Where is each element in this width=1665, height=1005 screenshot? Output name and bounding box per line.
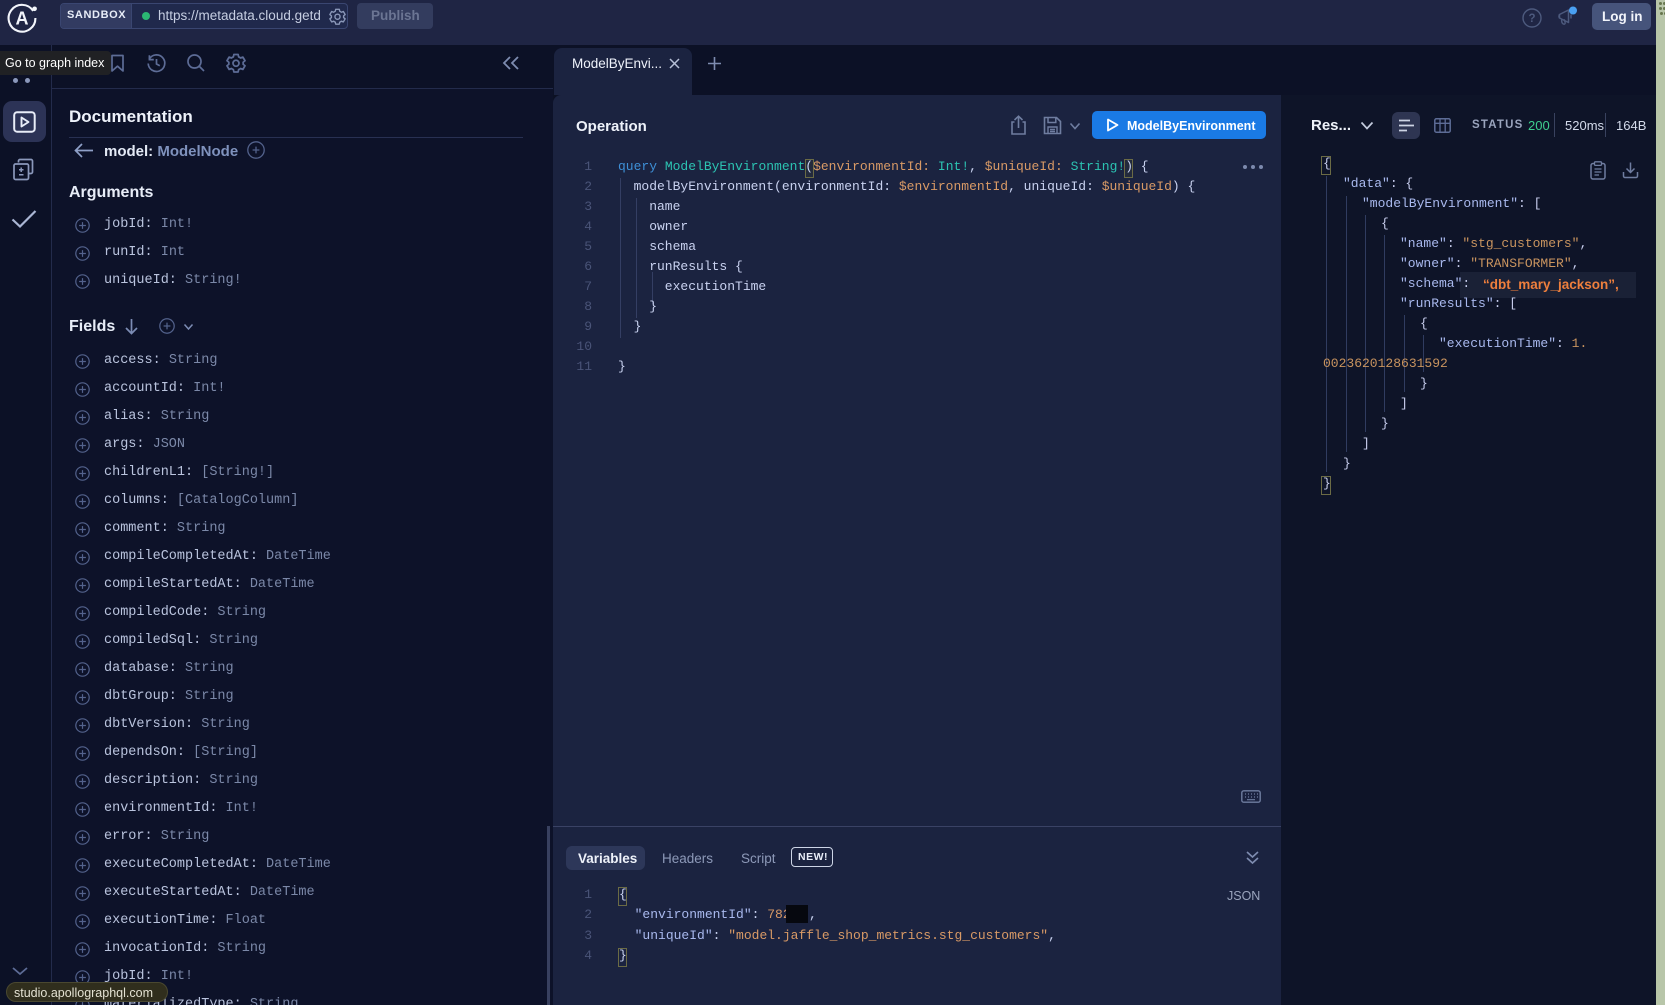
svg-text:A: A <box>16 9 29 29</box>
svg-text:?: ? <box>1528 13 1535 25</box>
